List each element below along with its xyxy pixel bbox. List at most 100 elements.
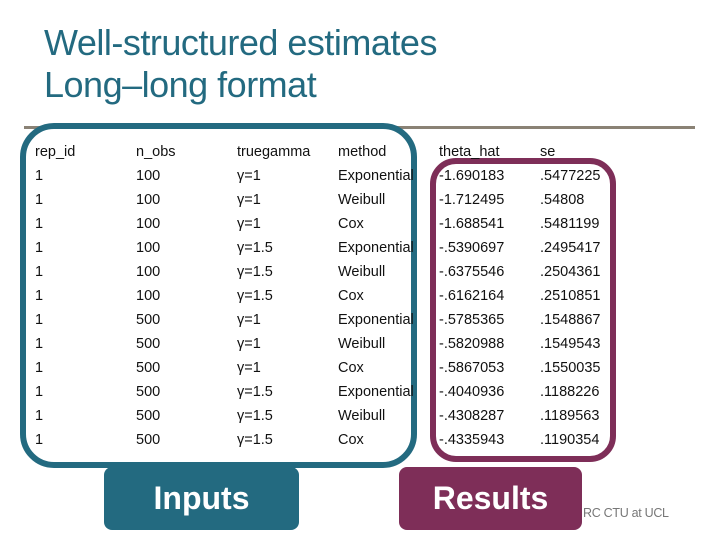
title-line-1: Well-structured estimates (44, 22, 437, 63)
cell-se: .2510851 (540, 288, 601, 304)
cell-method: Cox (338, 216, 364, 232)
cell-theta-hat: -.5867053 (439, 360, 505, 376)
cell-method: Weibull (338, 264, 386, 280)
cell-method: Exponential (338, 384, 414, 400)
cell-se: .1549543 (540, 336, 601, 352)
cell-truegamma: γ=1 (237, 360, 261, 376)
table-header-row: rep_id n_obs truegamma method theta_hat … (35, 140, 620, 164)
table-row: 1 100 γ=1.5 Exponential -.5390697 .2495417 (35, 236, 620, 260)
cell-n-obs: 500 (136, 408, 161, 424)
table-row: 1 500 γ=1.5 Exponential -.4040936 .1188226 (35, 380, 620, 404)
results-label: Results (399, 467, 582, 530)
cell-truegamma: γ=1 (237, 216, 261, 232)
column-header: n_obs (136, 144, 176, 160)
table-row: 1 500 γ=1 Exponential -.5785365 .1548867 (35, 308, 620, 332)
column-header: se (540, 144, 556, 160)
cell-n-obs: 100 (136, 264, 161, 280)
cell-method: Weibull (338, 336, 386, 352)
cell-truegamma: γ=1 (237, 336, 261, 352)
cell-se: .2495417 (540, 240, 601, 256)
column-header: method (338, 144, 387, 160)
table-row: 1 500 γ=1.5 Cox -.4335943 .1190354 (35, 428, 620, 452)
table-row: 1 500 γ=1 Weibull -.5820988 .1549543 (35, 332, 620, 356)
cell-truegamma: γ=1.5 (237, 264, 273, 280)
footer-credit: RC CTU at UCL (583, 506, 669, 520)
cell-truegamma: γ=1.5 (237, 384, 273, 400)
cell-rep-id: 1 (35, 336, 44, 352)
table-row: 1 100 γ=1 Weibull -1.712495 .54808 (35, 188, 620, 212)
cell-method: Cox (338, 432, 364, 448)
cell-se: .1550035 (540, 360, 601, 376)
estimates-table: rep_id n_obs truegamma method theta_hat … (35, 140, 620, 452)
cell-rep-id: 1 (35, 264, 44, 280)
cell-n-obs: 100 (136, 288, 161, 304)
table-row: 1 500 γ=1 Cox -.5867053 .1550035 (35, 356, 620, 380)
inputs-label-text: Inputs (153, 480, 250, 516)
cell-theta-hat: -.6162164 (439, 288, 505, 304)
table-row: 1 100 γ=1 Exponential -1.690183 .5477225 (35, 164, 620, 188)
cell-rep-id: 1 (35, 288, 44, 304)
table-row: 1 500 γ=1.5 Weibull -.4308287 .1189563 (35, 404, 620, 428)
cell-truegamma: γ=1.5 (237, 432, 273, 448)
cell-n-obs: 500 (136, 432, 161, 448)
cell-n-obs: 100 (136, 240, 161, 256)
cell-truegamma: γ=1.5 (237, 288, 273, 304)
cell-rep-id: 1 (35, 384, 44, 400)
cell-theta-hat: -.4040936 (439, 384, 505, 400)
cell-method: Exponential (338, 312, 414, 328)
cell-method: Weibull (338, 192, 386, 208)
title-line-2: Long–long format (44, 64, 317, 105)
cell-se: .5481199 (540, 216, 600, 232)
column-header: theta_hat (439, 144, 500, 160)
cell-n-obs: 500 (136, 384, 161, 400)
cell-method: Exponential (338, 240, 414, 256)
table-body: 1 100 γ=1 Exponential -1.690183 .5477225 1 100 γ… (35, 164, 620, 452)
cell-method: Exponential (338, 168, 414, 184)
cell-se: .54808 (540, 192, 585, 208)
cell-theta-hat: -.5390697 (439, 240, 505, 256)
cell-se: .1189563 (540, 408, 600, 424)
results-label-text: Results (432, 480, 549, 516)
table-row: 1 100 γ=1 Cox -1.688541 .5481199 (35, 212, 620, 236)
cell-theta-hat: -.4335943 (439, 432, 505, 448)
cell-se: .5477225 (540, 168, 601, 184)
cell-theta-hat: -.6375546 (439, 264, 505, 280)
cell-rep-id: 1 (35, 408, 44, 424)
column-header: rep_id (35, 144, 76, 160)
cell-theta-hat: -1.688541 (439, 216, 505, 232)
slide-title: Well-structured estimates Long–long form… (44, 22, 437, 106)
cell-method: Cox (338, 360, 364, 376)
cell-rep-id: 1 (35, 168, 44, 184)
cell-theta-hat: -.5785365 (439, 312, 505, 328)
cell-se: .1190354 (540, 432, 600, 448)
cell-rep-id: 1 (35, 240, 44, 256)
cell-n-obs: 500 (136, 312, 161, 328)
cell-n-obs: 100 (136, 216, 161, 232)
cell-n-obs: 100 (136, 168, 161, 184)
cell-theta-hat: -.4308287 (439, 408, 505, 424)
cell-truegamma: γ=1 (237, 192, 261, 208)
cell-rep-id: 1 (35, 192, 44, 208)
cell-rep-id: 1 (35, 360, 44, 376)
cell-method: Weibull (338, 408, 386, 424)
cell-theta-hat: -.5820988 (439, 336, 505, 352)
cell-rep-id: 1 (35, 216, 44, 232)
cell-truegamma: γ=1.5 (237, 240, 273, 256)
cell-se: .1548867 (540, 312, 601, 328)
cell-se: .1188226 (540, 384, 600, 400)
table-row: 1 100 γ=1.5 Weibull -.6375546 .2504361 (35, 260, 620, 284)
column-header: truegamma (237, 144, 311, 160)
cell-truegamma: γ=1.5 (237, 408, 273, 424)
cell-se: .2504361 (540, 264, 601, 280)
cell-n-obs: 100 (136, 192, 161, 208)
cell-theta-hat: -1.690183 (439, 168, 505, 184)
cell-truegamma: γ=1 (237, 312, 261, 328)
cell-rep-id: 1 (35, 432, 44, 448)
cell-n-obs: 500 (136, 360, 161, 376)
inputs-label: Inputs (104, 467, 299, 530)
cell-theta-hat: -1.712495 (439, 192, 505, 208)
cell-rep-id: 1 (35, 312, 44, 328)
cell-n-obs: 500 (136, 336, 161, 352)
cell-truegamma: γ=1 (237, 168, 261, 184)
table-row: 1 100 γ=1.5 Cox -.6162164 .2510851 (35, 284, 620, 308)
